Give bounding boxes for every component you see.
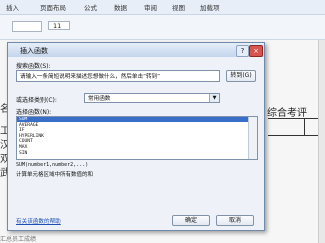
- tab-view[interactable]: 视图: [172, 2, 185, 12]
- gridline: [304, 118, 305, 135]
- list-item[interactable]: SUM: [17, 117, 248, 123]
- select-function-label: 选择函数(N):: [16, 109, 52, 116]
- list-item[interactable]: HYPERLINK: [17, 134, 248, 139]
- category-select[interactable]: 常用函数 ▼: [84, 93, 220, 103]
- help-icon[interactable]: ?: [236, 45, 249, 57]
- list-item[interactable]: IF: [17, 128, 248, 133]
- ribbon-tabs: 插入 页面布局 公式 数据 审阅 视图 加载项: [0, 0, 325, 15]
- font-name-select[interactable]: [12, 21, 42, 32]
- dialog-title: 插入函数: [20, 47, 48, 55]
- tab-data[interactable]: 数据: [114, 2, 127, 12]
- tab-page-layout[interactable]: 页面布局: [40, 2, 66, 12]
- ok-button[interactable]: 确定: [172, 215, 210, 226]
- list-item[interactable]: AVERAGE: [17, 123, 248, 128]
- gridline: [268, 118, 325, 119]
- go-button[interactable]: 转到(G): [226, 70, 256, 82]
- chevron-down-icon[interactable]: ▼: [209, 94, 219, 102]
- ribbon-toolbar: 11: [0, 15, 325, 40]
- list-item[interactable]: MAX: [17, 145, 248, 150]
- gridline: [268, 135, 325, 136]
- header-cell-text: 综合考评: [267, 108, 307, 119]
- function-description: 计算单元格区域中所有数值的和: [16, 172, 94, 178]
- close-icon[interactable]: ×: [249, 45, 263, 57]
- tab-insert[interactable]: 插入: [6, 2, 19, 12]
- dialog-body: 搜索函数(S): 请输入一条简短说明来描述您想做什么，然后单击“转到” 转到(G…: [8, 57, 264, 230]
- tab-formulas[interactable]: 公式: [84, 2, 97, 12]
- tab-addins[interactable]: 加载项: [200, 2, 220, 12]
- vertical-scrollbar[interactable]: [318, 40, 325, 243]
- function-help-link[interactable]: 有关该函数的帮助: [16, 217, 61, 225]
- category-value: 常用函数: [88, 96, 111, 102]
- search-label: 搜索函数(S):: [16, 63, 51, 70]
- function-syntax: SUM(number1,number2,...): [16, 162, 89, 168]
- sheet-footer-text: 汇总员工成绩: [0, 236, 37, 243]
- list-item[interactable]: COUNT: [17, 139, 248, 144]
- category-label: 或选择类别(C):: [16, 97, 57, 104]
- insert-function-dialog: 插入函数 ? × 搜索函数(S): 请输入一条简短说明来描述您想做什么，然后单击…: [7, 42, 265, 231]
- function-list[interactable]: SUM AVERAGE IF HYPERLINK COUNT MAX SIN: [16, 116, 258, 160]
- list-item[interactable]: SIN: [17, 151, 248, 156]
- cancel-button[interactable]: 取消: [216, 215, 254, 226]
- font-size-select[interactable]: 11: [48, 21, 70, 30]
- search-input[interactable]: 请输入一条简短说明来描述您想做什么，然后单击“转到”: [16, 70, 220, 82]
- list-scrollbar[interactable]: [248, 117, 257, 159]
- tab-review[interactable]: 审阅: [144, 2, 157, 12]
- dialog-titlebar[interactable]: 插入函数 ? ×: [8, 43, 264, 57]
